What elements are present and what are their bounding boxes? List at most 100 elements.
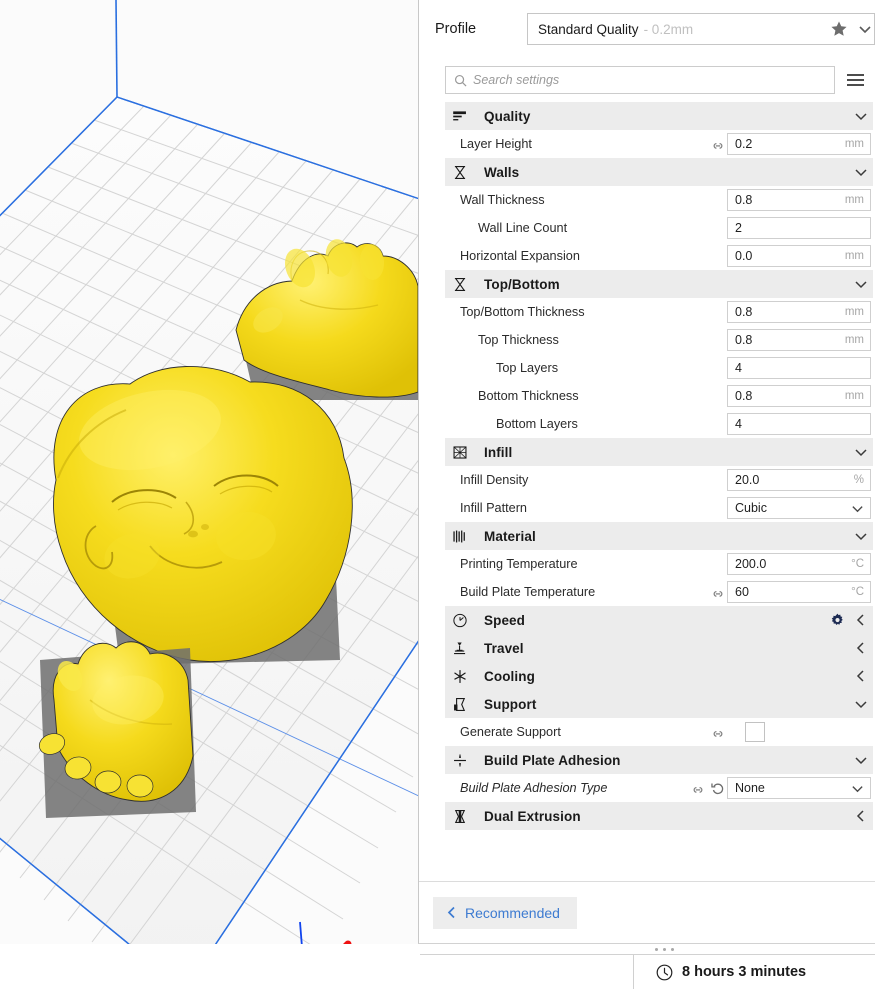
settings-category-material[interactable]: Material bbox=[445, 522, 873, 550]
settings-menu-icon[interactable] bbox=[841, 66, 869, 94]
category-label: Speed bbox=[484, 612, 526, 628]
link-icon[interactable] bbox=[711, 587, 725, 598]
chevron-down-icon[interactable] bbox=[854, 753, 868, 767]
settings-category-top-bottom[interactable]: Top/Bottom bbox=[445, 270, 873, 298]
chevron-left-icon[interactable] bbox=[854, 641, 868, 655]
support-icon bbox=[449, 694, 471, 714]
cooling-icon bbox=[449, 666, 471, 686]
material-icon bbox=[449, 526, 471, 546]
setting-label: Bottom Thickness bbox=[478, 389, 579, 403]
chevron-down-icon[interactable] bbox=[854, 109, 868, 123]
setting-indicators bbox=[691, 782, 725, 795]
chevron-left-icon[interactable] bbox=[854, 669, 868, 683]
link-icon[interactable] bbox=[691, 783, 705, 794]
settings-list: Quality Layer Height 0.2 mm Walls Wall Thickn… bbox=[419, 102, 875, 881]
setting-label: Infill Density bbox=[460, 473, 529, 487]
setting-input-top-layers[interactable]: 4 bbox=[727, 357, 871, 379]
setting-value: 0.8 bbox=[735, 389, 753, 403]
category-label: Cooling bbox=[484, 668, 535, 684]
category-label: Top/Bottom bbox=[484, 276, 560, 292]
setting-row-wall-thickness: Wall Thickness 0.8 mm bbox=[445, 186, 873, 214]
chevron-down-icon[interactable] bbox=[854, 529, 868, 543]
chevron-down-icon bbox=[851, 502, 864, 515]
z-axis-line bbox=[115, 0, 118, 98]
chevron-down-icon[interactable] bbox=[854, 277, 868, 291]
category-label: Support bbox=[484, 696, 537, 712]
settings-category-cooling[interactable]: Cooling bbox=[445, 662, 873, 690]
setting-unit: mm bbox=[844, 250, 864, 262]
setting-row-horizontal-expansion: Horizontal Expansion 0.0 mm bbox=[445, 242, 873, 270]
setting-checkbox-generate-support[interactable] bbox=[745, 722, 765, 742]
setting-label: Build Plate Temperature bbox=[460, 585, 596, 599]
setting-input-infill-density[interactable]: 20.0% bbox=[727, 469, 871, 491]
category-label: Build Plate Adhesion bbox=[484, 752, 621, 768]
search-row bbox=[419, 58, 875, 102]
search-input[interactable] bbox=[473, 73, 826, 87]
setting-input-top-thickness[interactable]: 0.8 mm bbox=[727, 329, 871, 351]
revert-icon[interactable] bbox=[711, 782, 725, 795]
setting-row-top-thickness: Top Thickness 0.8 mm bbox=[445, 326, 873, 354]
setting-input-bottom-layers[interactable]: 4 bbox=[727, 413, 871, 435]
chevron-down-icon[interactable] bbox=[854, 445, 868, 459]
settings-category-support[interactable]: Support bbox=[445, 690, 873, 718]
search-icon bbox=[454, 74, 467, 87]
setting-unit: % bbox=[853, 474, 864, 486]
setting-dropdown-build-plate-adhesion-type[interactable]: None bbox=[727, 777, 871, 799]
settings-category-dual-extrusion[interactable]: Dual Extrusion bbox=[445, 802, 873, 830]
category-label: Material bbox=[484, 528, 536, 544]
chevron-left-icon[interactable] bbox=[854, 613, 868, 627]
setting-input-wall-line-count[interactable]: 2 bbox=[727, 217, 871, 239]
chevron-down-icon bbox=[851, 782, 864, 795]
panel-resize-handle[interactable] bbox=[655, 948, 674, 951]
3d-build-plate-viewport[interactable] bbox=[0, 0, 418, 989]
search-box[interactable] bbox=[445, 66, 835, 94]
setting-value: 0.8 bbox=[735, 193, 753, 207]
print-settings-panel: Profile Standard Quality - 0.2mm Search … bbox=[418, 0, 875, 944]
speed-icon bbox=[449, 610, 471, 630]
setting-row-bottom-thickness: Bottom Thickness 0.8 mm bbox=[445, 382, 873, 410]
settings-category-travel[interactable]: Travel bbox=[445, 634, 873, 662]
settings-category-build-plate-adhesion[interactable]: Build Plate Adhesion bbox=[445, 746, 873, 774]
setting-indicators bbox=[711, 139, 725, 150]
quality-icon bbox=[449, 106, 471, 126]
setting-input-wall-thickness[interactable]: 0.8 mm bbox=[727, 189, 871, 211]
chevron-down-icon[interactable] bbox=[858, 22, 872, 36]
chevron-left-icon bbox=[446, 906, 457, 919]
setting-value: None bbox=[735, 781, 765, 795]
settings-category-walls[interactable]: Walls bbox=[445, 158, 873, 186]
setting-dropdown-infill-pattern[interactable]: Cubic bbox=[727, 497, 871, 519]
setting-value: Cubic bbox=[735, 501, 767, 515]
gear-icon[interactable] bbox=[830, 613, 845, 628]
top-bottom-icon bbox=[449, 274, 471, 294]
chevron-left-icon[interactable] bbox=[854, 809, 868, 823]
chevron-down-icon[interactable] bbox=[854, 697, 868, 711]
setting-value: 4 bbox=[735, 417, 742, 431]
recommended-mode-button[interactable]: Recommended bbox=[433, 896, 577, 929]
panel-footer: Recommended bbox=[419, 881, 875, 943]
recommended-label: Recommended bbox=[465, 904, 560, 921]
setting-label: Wall Line Count bbox=[478, 221, 568, 235]
print-time-text: 8 hours 3 minutes bbox=[682, 964, 807, 980]
link-icon[interactable] bbox=[711, 139, 725, 150]
category-label: Quality bbox=[484, 108, 531, 124]
chevron-down-icon[interactable] bbox=[854, 165, 868, 179]
settings-category-speed[interactable]: Speed bbox=[445, 606, 873, 634]
clock-icon bbox=[656, 964, 673, 981]
model-hand-lower[interactable] bbox=[36, 641, 196, 818]
setting-input-layer-height[interactable]: 0.2 mm bbox=[727, 133, 871, 155]
setting-input-printing-temperature[interactable]: 200.0 °C bbox=[727, 553, 871, 575]
link-icon[interactable] bbox=[711, 727, 725, 738]
star-icon[interactable] bbox=[830, 20, 848, 38]
setting-indicators bbox=[711, 727, 725, 738]
setting-label: Top Layers bbox=[496, 361, 559, 375]
build-plate-scene bbox=[0, 0, 418, 989]
setting-input-bottom-thickness[interactable]: 0.8 mm bbox=[727, 385, 871, 407]
settings-category-infill[interactable]: Infill bbox=[445, 438, 873, 466]
setting-input-horizontal-expansion[interactable]: 0.0 mm bbox=[727, 245, 871, 267]
setting-unit: mm bbox=[844, 334, 864, 346]
profile-dropdown[interactable]: Standard Quality - 0.2mm bbox=[527, 13, 875, 45]
category-label: Dual Extrusion bbox=[484, 808, 581, 824]
setting-input-build-plate-temperature[interactable]: 60 °C bbox=[727, 581, 871, 603]
setting-input-top-bottom-thickness[interactable]: 0.8 mm bbox=[727, 301, 871, 323]
settings-category-quality[interactable]: Quality bbox=[445, 102, 873, 130]
